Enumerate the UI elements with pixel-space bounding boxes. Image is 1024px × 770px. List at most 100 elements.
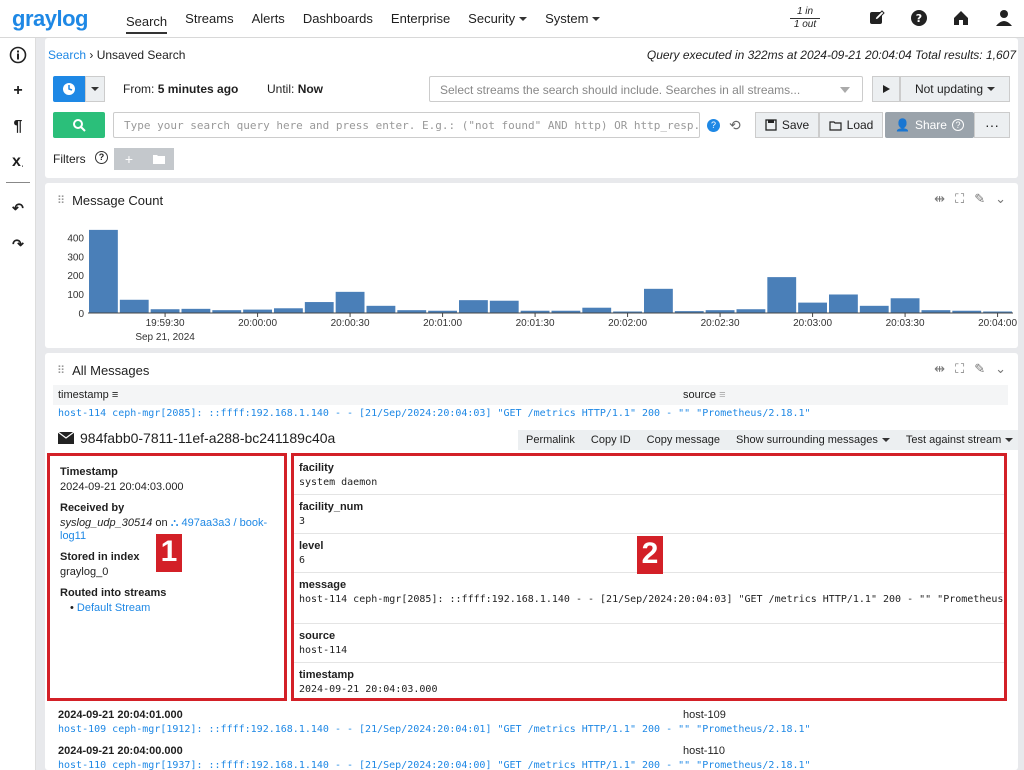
field-value[interactable]: host-114 ceph-mgr[2085]: ::ffff:192.168.… [299,594,1004,605]
plus-icon[interactable]: + [7,80,29,102]
chart-bar[interactable] [736,309,766,313]
field-value[interactable]: system daemon [299,477,999,488]
row-source[interactable]: host-110 [683,745,725,757]
column-source[interactable]: source ≡ [683,389,726,401]
query-help-icon[interactable]: ? [707,119,720,132]
x-tick-label: 20:02:00 [608,318,647,329]
test-against-stream-button[interactable]: Test against stream [898,430,1018,450]
sort-icon[interactable]: ≡ [719,389,725,401]
field-name[interactable]: facility_num [299,501,999,513]
chevron-down-icon[interactable]: ⌄ [995,361,1006,377]
field-name[interactable]: source [299,630,999,642]
field-value[interactable]: 2024-09-21 20:04:03.000 [299,684,999,695]
save-label: Save [781,118,810,132]
received-on: on [155,517,168,529]
variable-icon[interactable]: xˌ [7,151,29,173]
expand-horizontal-icon[interactable]: ⇹ [934,361,945,377]
nav-system-dropdown[interactable]: System [545,0,601,38]
chevron-down-icon[interactable]: ⌄ [995,191,1006,207]
edit-icon[interactable]: ✎ [974,191,985,207]
nav-security-dropdown[interactable]: Security [468,0,528,38]
add-filter-button[interactable]: + [114,148,144,170]
load-button[interactable]: Load [819,112,883,138]
refresh-play-button[interactable] [872,76,900,102]
stream-link[interactable]: Default Stream [77,602,150,614]
nav-enterprise[interactable]: Enterprise [391,0,450,38]
drag-handle-icon[interactable]: ⠿ [57,194,65,207]
chart-bar[interactable] [798,302,827,313]
message-count-chart[interactable]: 0 100 200 300 400 19:59:30 20:00:00 20:00:30 20:… [45,213,1018,343]
chart-bar[interactable] [89,229,118,313]
field-name[interactable]: message [299,579,999,591]
row-timestamp[interactable]: 2024-09-21 20:04:00.000 [58,745,183,757]
row-timestamp[interactable]: 2024-09-21 20:04:01.000 [58,709,183,721]
load-filter-button[interactable] [144,148,174,170]
chart-bar[interactable] [243,309,272,313]
message-actions: Permalink Copy ID Copy message Show surr… [518,430,1018,450]
fullscreen-icon[interactable]: ⛶ [955,361,964,377]
refresh-interval-dropdown[interactable]: Not updating [900,76,1010,102]
streams-select[interactable]: Select streams the search should include… [429,76,863,102]
share-button[interactable]: 👤 Share? [885,112,974,138]
chart-bar[interactable] [767,277,797,313]
row-source[interactable]: host-109 [683,709,726,721]
field-value[interactable]: 3 [299,516,999,527]
info-icon[interactable] [7,44,29,66]
graylog-logo[interactable]: graylog [12,6,88,32]
field-value[interactable]: host-114 [299,645,999,656]
chart-bar[interactable] [459,300,488,313]
chart-bar[interactable] [274,308,303,313]
show-surrounding-label: Show surrounding messages [736,434,878,446]
nav-search[interactable]: Search [125,4,168,34]
chart-bar[interactable] [829,294,858,313]
edit-icon[interactable]: ✎ [974,361,985,377]
nav-dashboards[interactable]: Dashboards [303,0,373,38]
save-button[interactable]: Save [755,112,819,138]
fullscreen-icon[interactable]: ⛶ [955,191,964,207]
field-name[interactable]: timestamp [299,669,999,681]
sort-icon[interactable]: ≡ [112,389,118,401]
chart-bar[interactable] [181,308,211,313]
timerange-button[interactable] [53,76,85,102]
undo-icon[interactable]: ↶ [7,197,29,219]
chart-bar[interactable] [304,302,334,313]
scratchpad-icon[interactable] [868,9,886,27]
pilcrow-icon[interactable]: ¶ [7,116,29,138]
expanded-message-summary[interactable]: host-114 ceph-mgr[2085]: ::ffff:192.168.… [58,408,811,419]
column-timestamp[interactable]: timestamp ≡ [58,389,118,401]
expand-horizontal-icon[interactable]: ⇹ [934,191,945,207]
row-message[interactable]: host-109 ceph-mgr[1912]: ::ffff:192.168.… [58,724,811,735]
breadcrumb-search-link[interactable]: Search [48,48,86,62]
history-icon[interactable]: ⟲ [729,117,741,134]
chart-bar[interactable] [150,309,180,313]
nav-alerts[interactable]: Alerts [252,0,285,38]
copy-message-button[interactable]: Copy message [639,430,728,450]
chevron-down-icon [592,17,601,22]
throughput-indicator[interactable]: 1 in 1 out [790,6,820,31]
search-button[interactable] [53,112,105,138]
permalink-button[interactable]: Permalink [518,430,583,450]
timerange-dropdown-button[interactable] [85,76,105,102]
chart-bar[interactable] [119,299,149,313]
chart-bar[interactable] [859,305,889,313]
chart-bar[interactable] [489,300,519,313]
user-icon[interactable] [995,9,1013,27]
drag-handle-icon[interactable]: ⠿ [57,364,65,377]
field-name[interactable]: facility [299,462,999,474]
more-actions-button[interactable]: ··· [974,112,1010,138]
chart-bar[interactable] [890,298,920,313]
chart-bar[interactable] [644,288,673,313]
filters-help-icon[interactable]: ? [95,151,108,164]
chart-bar[interactable] [335,291,365,313]
chart-bar[interactable] [582,307,612,313]
nav-streams[interactable]: Streams [185,0,233,38]
search-query-input[interactable]: Type your search query here and press en… [113,112,700,138]
home-icon[interactable] [952,9,970,27]
show-surrounding-button[interactable]: Show surrounding messages [728,430,898,450]
row-message[interactable]: host-110 ceph-mgr[1937]: ::ffff:192.168.… [58,760,811,770]
redo-icon[interactable]: ↷ [7,233,29,255]
chart-bar[interactable] [366,305,396,313]
help-icon[interactable]: ? [910,9,928,27]
copy-id-button[interactable]: Copy ID [583,430,639,450]
refresh-label: Not updating [914,82,984,96]
